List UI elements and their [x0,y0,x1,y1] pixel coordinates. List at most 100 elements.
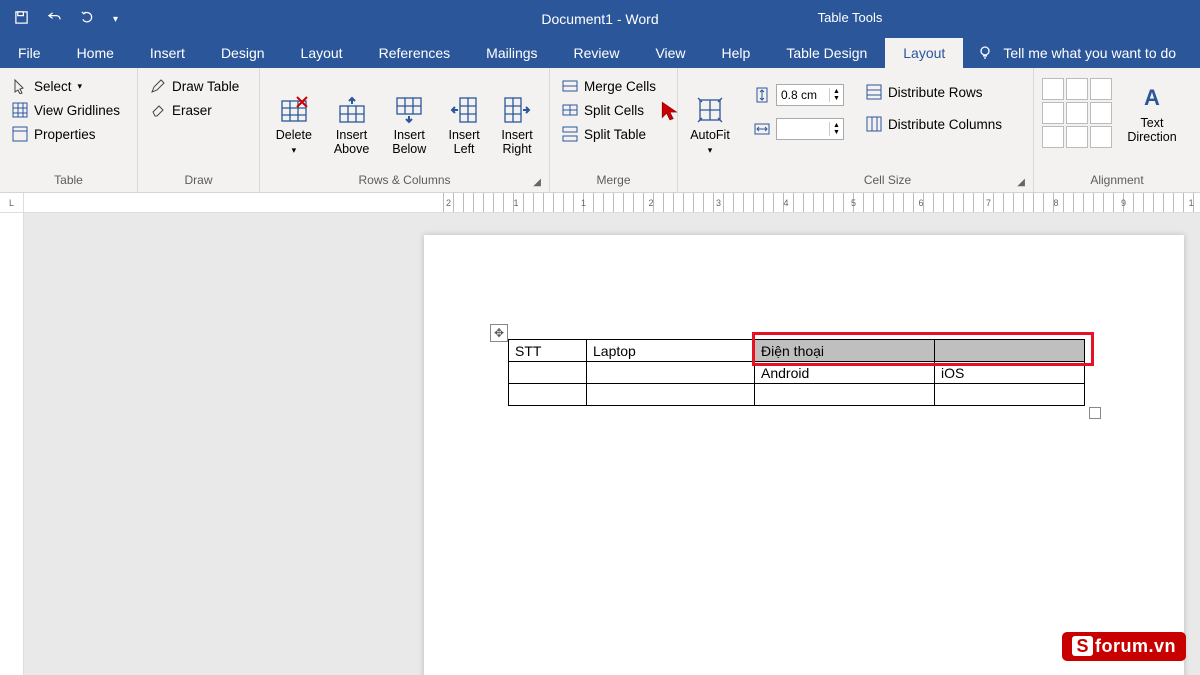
table-cell[interactable] [755,384,935,406]
tell-me-search[interactable]: Tell me what you want to do [963,38,1176,68]
undo-icon[interactable] [47,10,62,28]
select-button[interactable]: Select ▾ [8,76,124,96]
document-table[interactable]: STT Laptop Điện thoại Android iOS [508,339,1085,406]
autofit-label: AutoFit [690,128,730,142]
gridlines-label: View Gridlines [34,103,120,118]
row-height-field[interactable]: ▲▼ [750,82,848,108]
autofit-button[interactable]: AutoFit ▾ [686,90,734,159]
spin-up-icon[interactable]: ▲ [830,122,843,129]
distribute-rows-button[interactable]: Distribute Rows [862,82,1006,102]
spin-down-icon[interactable]: ▼ [830,95,843,102]
tab-table-layout[interactable]: Layout [885,38,963,68]
table-cell[interactable]: STT [509,340,587,362]
redo-icon[interactable] [80,10,95,28]
properties-icon [12,126,28,142]
group-label-merge: Merge [558,170,669,192]
tab-mailings[interactable]: Mailings [468,38,555,68]
tab-layout[interactable]: Layout [283,38,361,68]
group-label-table: Table [8,170,129,192]
align-ml-button[interactable] [1042,102,1064,124]
view-gridlines-button[interactable]: View Gridlines [8,100,124,120]
split-table-label: Split Table [584,127,646,142]
group-merge: Merge Cells Split Cells Split Table Merg… [550,68,678,192]
table-cell[interactable] [935,384,1085,406]
dialog-launcher-icon[interactable]: ◢ [533,177,541,188]
eraser-label: Eraser [172,103,212,118]
save-icon[interactable] [14,10,29,28]
align-tr-button[interactable] [1090,78,1112,100]
table-cell[interactable] [509,362,587,384]
align-tc-button[interactable] [1066,78,1088,100]
distribute-columns-button[interactable]: Distribute Columns [862,114,1006,134]
select-label: Select [34,79,72,94]
table-row[interactable]: Android iOS [509,362,1085,384]
qat-customize-icon[interactable]: ▾ [113,14,118,25]
text-direction-label: Text Direction [1126,116,1178,145]
align-bc-button[interactable] [1066,126,1088,148]
table-cell[interactable] [587,384,755,406]
tab-references[interactable]: References [361,38,469,68]
table-cell[interactable] [587,362,755,384]
group-table: Select ▾ View Gridlines Properties Table [0,68,138,192]
height-input[interactable] [777,88,829,102]
page-area[interactable]: ✥ STT Laptop Điện thoại Android iOS [24,213,1200,675]
align-br-button[interactable] [1090,126,1112,148]
align-mr-button[interactable] [1090,102,1112,124]
title-bar: ▾ Document1 - Word Table Tools [0,0,1200,38]
table-cell[interactable]: Android [755,362,935,384]
document-page[interactable]: ✥ STT Laptop Điện thoại Android iOS [424,235,1184,675]
spin-down-icon[interactable]: ▼ [830,129,843,136]
tab-home[interactable]: Home [59,38,132,68]
horizontal-ruler[interactable]: 2 1 1 2 3 4 5 6 7 8 9 10 11 12 13 14 15 … [24,193,1200,213]
group-rows-columns: Delete▾ Insert Above Insert Below Insert… [260,68,550,192]
insert-left-button[interactable]: Insert Left [441,90,487,159]
table-move-handle[interactable]: ✥ [490,324,508,342]
properties-button[interactable]: Properties [8,124,124,144]
table-cell[interactable]: iOS [935,362,1085,384]
dialog-launcher-icon[interactable]: ◢ [1017,177,1025,188]
group-alignment: A Text Direction Alignment [1034,68,1200,192]
align-mc-button[interactable] [1066,102,1088,124]
delete-button[interactable]: Delete▾ [268,90,320,159]
table-cell[interactable] [935,340,1085,362]
tab-file[interactable]: File [0,38,59,68]
eraser-button[interactable]: Eraser [146,100,243,120]
table-cell[interactable]: Điện thoại [755,340,935,362]
table-resize-handle[interactable] [1089,407,1101,419]
group-label-rows-cols: Rows & Columns◢ [268,170,541,192]
group-draw: Draw Table Eraser Draw [138,68,260,192]
table-row[interactable]: STT Laptop Điện thoại [509,340,1085,362]
width-input[interactable] [777,122,829,136]
tab-review[interactable]: Review [556,38,638,68]
chevron-down-icon: ▾ [78,81,83,92]
group-label-draw: Draw [146,170,251,192]
tab-insert[interactable]: Insert [132,38,203,68]
split-table-button[interactable]: Split Table [558,124,660,144]
table-delete-icon [279,95,309,125]
autofit-icon [696,96,724,124]
col-width-field[interactable]: ▲▼ [750,116,848,142]
lightbulb-icon [977,45,993,61]
tab-table-design[interactable]: Table Design [768,38,885,68]
tab-design[interactable]: Design [203,38,283,68]
tab-view[interactable]: View [637,38,703,68]
insert-left-icon [450,96,478,124]
group-label-cellsize: Cell Size◢ [750,170,1025,192]
align-tl-button[interactable] [1042,78,1064,100]
split-cells-button[interactable]: Split Cells [558,100,660,120]
draw-table-button[interactable]: Draw Table [146,76,243,96]
insert-below-button[interactable]: Insert Below [383,90,435,159]
align-bl-button[interactable] [1042,126,1064,148]
merge-cells-icon [562,78,578,94]
insert-right-button[interactable]: Insert Right [493,90,541,159]
table-row[interactable] [509,384,1085,406]
insert-above-button[interactable]: Insert Above [326,90,378,159]
tab-help[interactable]: Help [704,38,769,68]
vertical-ruler[interactable] [0,213,24,675]
table-cell[interactable]: Laptop [587,340,755,362]
table-cell[interactable] [509,384,587,406]
text-direction-button[interactable]: A Text Direction [1122,78,1182,147]
chevron-down-icon: ▾ [708,145,713,155]
merge-cells-button[interactable]: Merge Cells [558,76,660,96]
spin-up-icon[interactable]: ▲ [830,88,843,95]
